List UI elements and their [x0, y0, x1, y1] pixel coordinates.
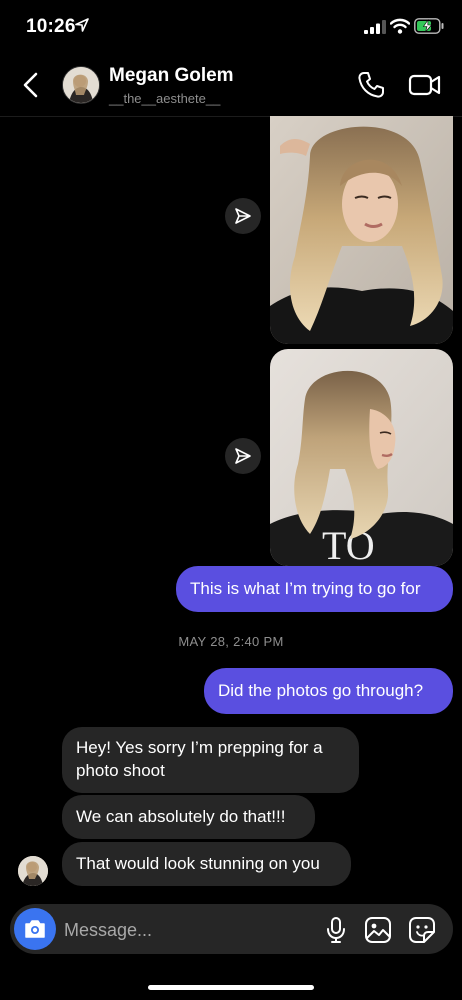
wifi-icon [390, 18, 410, 34]
message-timestamp: MAY 28, 2:40 PM [178, 634, 284, 649]
outgoing-message[interactable]: This is what I’m trying to go for [176, 566, 453, 612]
phone-icon[interactable] [356, 70, 386, 100]
share-send-icon [235, 208, 251, 224]
back-chevron-icon[interactable] [18, 70, 44, 100]
video-camera-icon[interactable] [408, 70, 442, 100]
outgoing-message[interactable]: Did the photos go through? [204, 668, 453, 714]
microphone-icon[interactable] [324, 916, 348, 944]
camera-button[interactable] [14, 908, 56, 950]
home-indicator[interactable] [148, 985, 314, 990]
share-button[interactable] [225, 198, 261, 234]
incoming-message[interactable]: That would look stunning on you [62, 842, 351, 886]
battery-charging-icon [414, 18, 444, 34]
sender-avatar[interactable] [18, 856, 48, 886]
contact-name[interactable]: Megan Golem [109, 65, 234, 87]
status-time: 10:26 [26, 16, 76, 37]
share-send-icon [235, 448, 251, 464]
incoming-message[interactable]: We can absolutely do that!!! [62, 795, 315, 839]
location-arrow-icon [75, 18, 89, 32]
shared-photo[interactable]: TO [270, 349, 453, 566]
share-button[interactable] [225, 438, 261, 474]
gallery-icon[interactable] [364, 916, 392, 944]
chat-header: Megan Golem __the__aesthete__ [0, 54, 462, 117]
signal-icon [364, 20, 386, 34]
message-composer [10, 904, 453, 954]
incoming-message[interactable]: Hey! Yes sorry I’m prepping for a photo … [62, 727, 359, 793]
camera-icon [25, 920, 45, 938]
sticker-icon[interactable] [408, 916, 436, 944]
contact-handle: __the__aesthete__ [109, 91, 221, 106]
status-bar: 10:26 [0, 0, 462, 54]
shared-photo[interactable] [270, 116, 453, 344]
message-input[interactable] [62, 912, 306, 948]
contact-avatar[interactable] [62, 66, 100, 104]
